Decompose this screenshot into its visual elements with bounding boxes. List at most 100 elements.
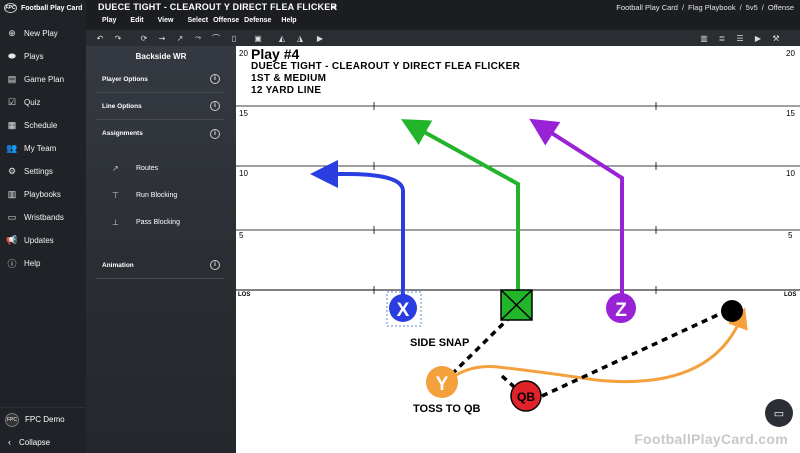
play-header: Play #4 DUECE TIGHT - CLEAROUT Y DIRECT … <box>251 47 520 97</box>
z-route[interactable] <box>529 118 624 304</box>
sidebar-item-label: Plays <box>24 52 44 61</box>
menu-select[interactable]: Select <box>187 17 208 24</box>
redo-icon[interactable]: ↷ <box>112 32 124 44</box>
section-label: Assignments <box>102 130 143 137</box>
sidebar-item-schedule[interactable]: ▦ Schedule <box>0 114 86 137</box>
breadcrumb-link-app[interactable]: Football Play Card <box>616 3 678 12</box>
player-y-label: Y <box>436 374 449 395</box>
share-icon[interactable]: ⋖ <box>330 2 338 13</box>
sidebar-item-new-play[interactable]: ⊕ New Play <box>0 22 86 45</box>
assignments-section[interactable]: Assignments i <box>96 120 224 147</box>
player-x[interactable]: X <box>389 294 417 322</box>
player-center[interactable] <box>500 289 533 321</box>
notes-icon[interactable]: ≣ <box>716 32 728 44</box>
sidebar-item-label: My Team <box>24 144 57 153</box>
menu-edit[interactable]: Edit <box>130 17 143 24</box>
run-blocking-option[interactable]: ⊤ Run Blocking <box>86 182 236 209</box>
video-icon[interactable]: ▶ <box>752 32 764 44</box>
breadcrumb: Football Play Card / Flag Playbook / 5v5… <box>616 3 794 12</box>
quiz-icon: ☑ <box>7 97 17 107</box>
chat-button[interactable]: ▭ <box>765 399 793 427</box>
line-options-section[interactable]: Line Options i <box>96 93 224 120</box>
yard-label-5-right: 5 <box>788 231 793 240</box>
menu-help[interactable]: Help <box>281 17 296 24</box>
info-icon[interactable]: i <box>210 128 220 139</box>
yard-label-20-right: 20 <box>786 49 795 58</box>
collapse-button[interactable]: ‹ Collapse <box>0 431 86 453</box>
select-tool-icon[interactable]: ⟳ <box>138 32 150 44</box>
breadcrumb-separator: / <box>739 3 742 12</box>
player-z[interactable]: Z <box>606 293 636 323</box>
info-icon[interactable]: i <box>210 74 220 84</box>
sidebar-item-my-team[interactable]: 👥 My Team <box>0 137 86 160</box>
routes-option[interactable]: ↗ Routes <box>86 155 236 182</box>
arrow-route-icon[interactable]: ↗ <box>174 32 186 44</box>
menu-defense[interactable]: Defense <box>244 17 271 24</box>
chat-icon: ▭ <box>773 407 785 420</box>
sidebar-item-plays[interactable]: ⬬ Plays <box>0 45 86 68</box>
flip-vertical-icon[interactable]: ◮ <box>294 32 306 44</box>
curve-route-icon[interactable]: ⌒ <box>210 32 222 44</box>
watermark: FootballPlayCard.com <box>634 431 788 447</box>
book-icon: ▥ <box>7 189 17 199</box>
plus-circle-icon: ⊕ <box>8 28 16 38</box>
sidebar-item-help[interactable]: ⓘ Help <box>0 252 86 275</box>
sidebar-item-game-plan[interactable]: ▤ Game Plan <box>0 68 86 91</box>
player-y[interactable]: Y <box>426 366 458 398</box>
undo-icon[interactable]: ↶ <box>94 32 106 44</box>
sidebar-item-settings[interactable]: ⚙ Settings <box>0 160 86 183</box>
player-qb[interactable]: QB <box>510 380 542 412</box>
sidebar-item-wristbands[interactable]: ▭ Wristbands <box>0 206 86 229</box>
sidebar-item-label: Quiz <box>24 98 41 107</box>
info-icon[interactable]: i <box>210 260 220 270</box>
sidebar-item-label: Game Plan <box>24 75 65 84</box>
wide-right-marker[interactable] <box>721 300 743 322</box>
breadcrumb-link-playbook[interactable]: Flag Playbook <box>688 3 736 12</box>
save-icon[interactable]: ▣ <box>252 32 264 44</box>
breadcrumb-link-side[interactable]: Offense <box>768 3 794 12</box>
sidebar-item-label: Settings <box>24 167 53 176</box>
app-logo[interactable]: FPC Football Play Card <box>0 0 86 16</box>
animation-section[interactable]: Animation i <box>96 252 224 279</box>
sidebar-item-quiz[interactable]: ☑ Quiz <box>0 91 86 114</box>
calendar-icon: ▦ <box>7 120 17 130</box>
x-route[interactable] <box>310 160 405 304</box>
new-document-icon[interactable]: ▯ <box>228 32 240 44</box>
zigzag-route-icon[interactable]: ⤳ <box>192 32 204 44</box>
book-view-icon[interactable]: ▥ <box>698 32 710 44</box>
wristband-icon: ▭ <box>7 212 17 222</box>
motion-tool-icon[interactable]: ⇝ <box>156 32 168 44</box>
sidebar-item-label: New Play <box>24 29 58 38</box>
yard-label-5-left: 5 <box>239 231 244 240</box>
player-z-label: Z <box>615 300 627 321</box>
sidebar-item-label: Wristbands <box>24 213 64 222</box>
top-bar: DUECE TIGHT - CLEAROUT Y DIRECT FLEA FLI… <box>86 0 800 30</box>
list-icon[interactable]: ☰ <box>734 32 746 44</box>
menu-play[interactable]: Play <box>102 17 116 24</box>
field-settings-icon[interactable]: ⚒ <box>770 32 782 44</box>
pass-blocking-option[interactable]: ⊥ Pass Blocking <box>86 209 236 236</box>
sidebar-item-playbooks[interactable]: ▥ Playbooks <box>0 183 86 206</box>
collapse-label: Collapse <box>19 437 51 447</box>
sidebar-item-label: Playbooks <box>24 190 61 199</box>
yard-label-20-left: 20 <box>239 49 248 58</box>
breadcrumb-link-format[interactable]: 5v5 <box>746 3 758 12</box>
sidebar-item-updates[interactable]: 📢 Updates <box>0 229 86 252</box>
route-icon: ↗ <box>112 164 119 173</box>
player-options-section[interactable]: Player Options i <box>96 66 224 93</box>
avatar: FPC <box>5 412 19 427</box>
menu-view[interactable]: View <box>158 17 174 24</box>
breadcrumb-separator: / <box>681 3 685 12</box>
center-route[interactable] <box>401 119 520 304</box>
play-animation-icon[interactable]: ▶ <box>314 32 326 44</box>
option-label: Run Blocking <box>136 192 178 199</box>
play-field[interactable]: 20 20 15 15 10 10 5 5 LOS LOS X Z Y QB S… <box>236 46 800 453</box>
flip-horizontal-icon[interactable]: ◭ <box>276 32 288 44</box>
info-icon[interactable]: i <box>210 101 220 111</box>
player-wide-right[interactable] <box>721 300 743 322</box>
field-diagram[interactable]: 20 20 15 15 10 10 5 5 LOS LOS X Z Y QB S… <box>236 46 800 453</box>
app-sidebar: FPC Football Play Card ⊕ New Play ⬬ Play… <box>0 0 86 453</box>
play-name: DUECE TIGHT - CLEAROUT Y DIRECT FLEA FLI… <box>251 61 521 72</box>
user-account[interactable]: FPC FPC Demo <box>0 407 86 431</box>
menu-offense[interactable]: Offense <box>213 17 239 24</box>
